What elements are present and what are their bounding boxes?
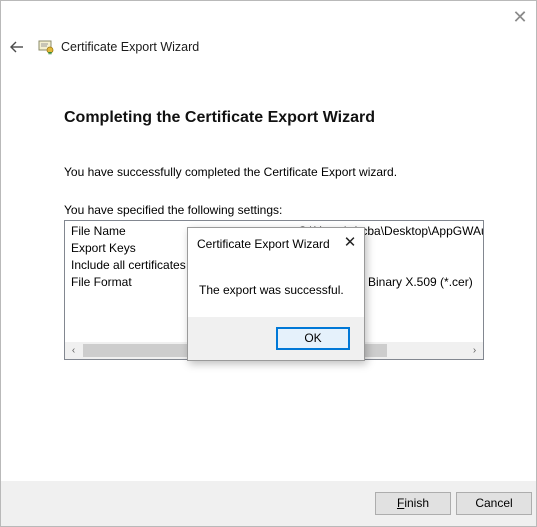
settings-label: You have specified the following setting… [64, 203, 283, 217]
dialog-footer: OK [188, 317, 364, 360]
scroll-left-icon[interactable]: ‹ [65, 342, 82, 359]
certificate-icon [38, 38, 55, 55]
setting-value-file-format: Binary X.509 (*.cer) [368, 275, 473, 289]
success-message-dialog: Certificate Export Wizard ✕ The export w… [187, 227, 365, 361]
setting-name-include-all: Include all certificates in [71, 258, 199, 272]
dialog-message: The export was successful. [199, 283, 344, 297]
page-heading: Completing the Certificate Export Wizard [64, 109, 375, 126]
scroll-right-icon[interactable]: › [466, 342, 483, 359]
finish-button[interactable]: Finish [375, 492, 451, 515]
completion-description: You have successfully completed the Cert… [64, 165, 398, 179]
setting-name-file-format: File Format [71, 275, 132, 289]
finish-label: inish [404, 496, 430, 510]
close-icon[interactable]: ✕ [511, 9, 529, 27]
setting-name-export-keys: Export Keys [71, 241, 136, 255]
dialog-title: Certificate Export Wizard [197, 237, 330, 251]
back-arrow-icon[interactable] [9, 39, 25, 55]
setting-name-file-name: File Name [71, 224, 126, 238]
cancel-button[interactable]: Cancel [456, 492, 532, 515]
dialog-close-icon[interactable]: ✕ [342, 234, 358, 250]
ok-button[interactable]: OK [276, 327, 350, 350]
window-title: Certificate Export Wizard [61, 40, 200, 54]
